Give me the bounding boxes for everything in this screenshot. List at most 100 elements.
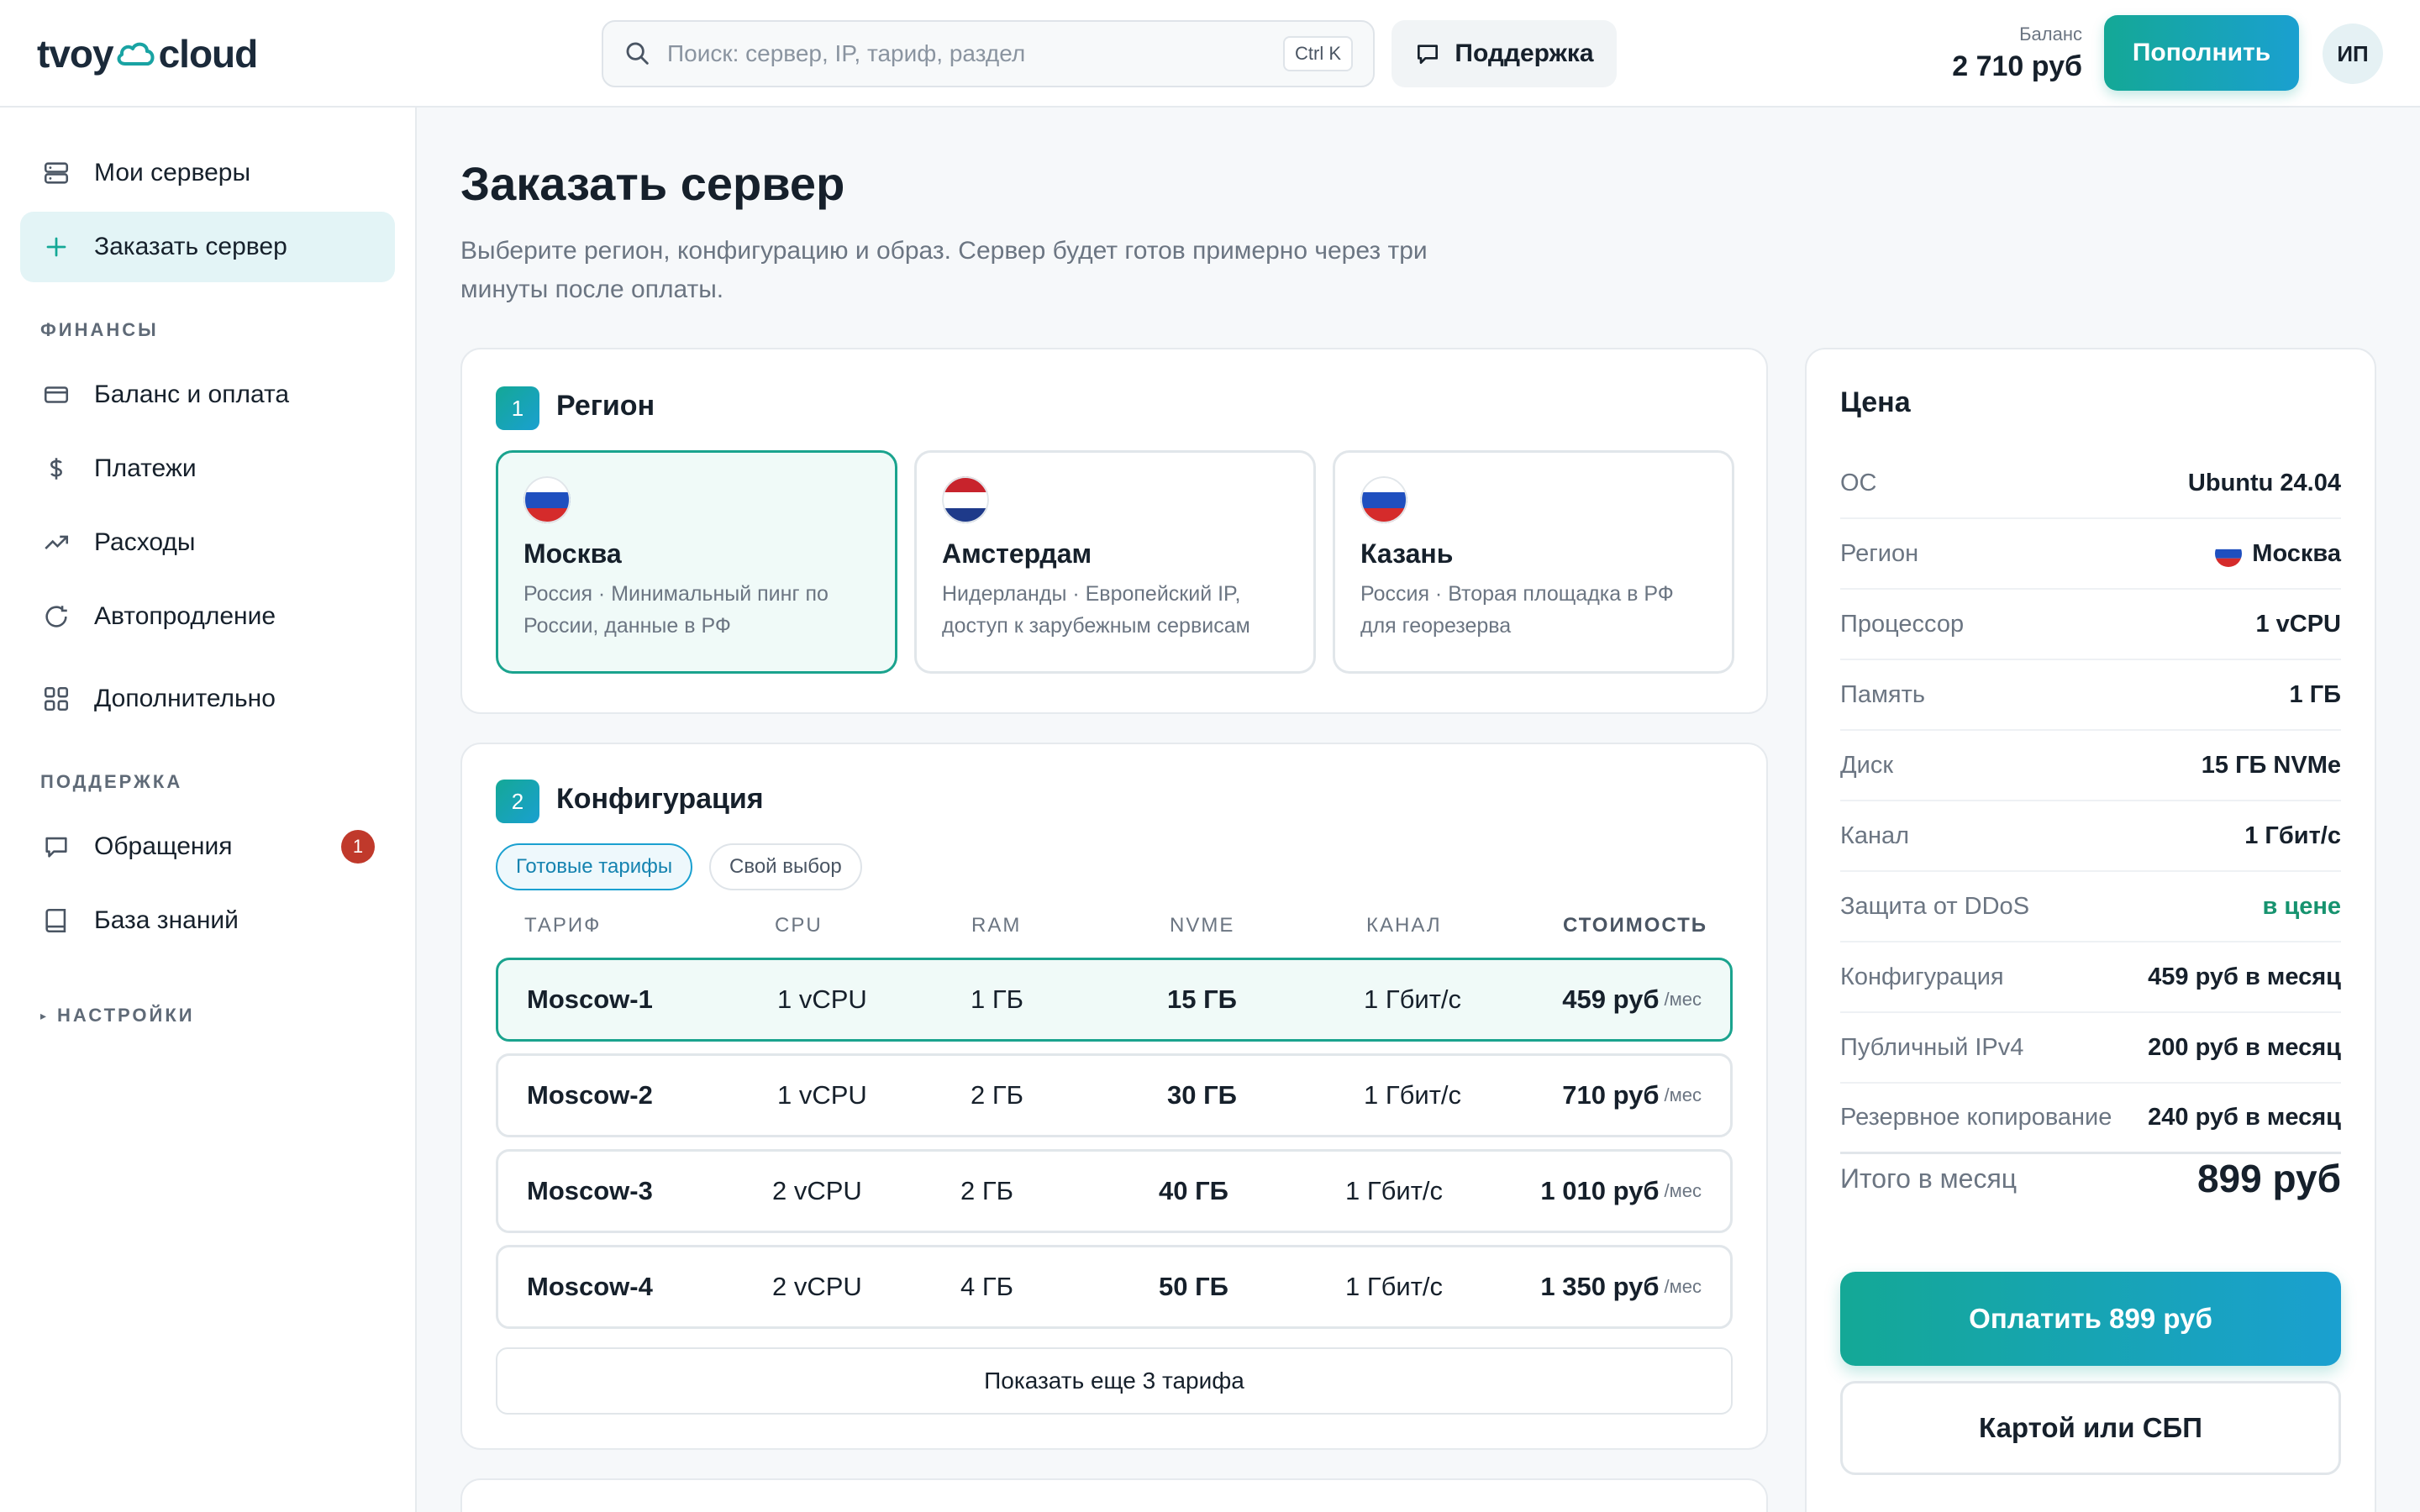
sidebar-item-label: Баланс и оплата bbox=[94, 381, 290, 408]
column-header-cpu: CPU bbox=[775, 914, 823, 937]
price-row-memory: Память 1 ГБ bbox=[1840, 660, 2341, 731]
price-row-value: Ubuntu 24.04 bbox=[2187, 469, 2341, 496]
price-row-key: Защита от DDoS bbox=[1840, 892, 2030, 920]
tab-custom[interactable]: Свой выбор bbox=[709, 843, 862, 890]
sidebar: Мои серверы Заказать сервер ФИНАНСЫ Бала… bbox=[0, 108, 417, 1512]
plan-price: 459 руб/мес bbox=[1562, 960, 1702, 1039]
plan-nvme: 30 ГБ bbox=[1167, 1080, 1237, 1110]
topup-button[interactable]: Пополнить bbox=[2104, 15, 2299, 91]
next-step-card bbox=[460, 1478, 1768, 1512]
sidebar-item-payments[interactable]: Платежи bbox=[20, 433, 395, 504]
price-row-os: ОС Ubuntu 24.04 bbox=[1840, 449, 2341, 519]
plan-name: Moscow-1 bbox=[527, 984, 653, 1014]
price-row-backup: Резервное копирование 240 руб в месяц bbox=[1840, 1084, 2341, 1154]
plan-price-period: /мес bbox=[1664, 1084, 1702, 1105]
avatar[interactable]: ИП bbox=[2323, 24, 2383, 84]
price-row-value: 1 Гбит/с bbox=[2244, 822, 2341, 849]
price-row-value-wrap: Москва bbox=[2215, 540, 2341, 568]
plan-nvme: 40 ГБ bbox=[1159, 1176, 1228, 1205]
sidebar-item-label: База знаний bbox=[94, 906, 239, 934]
sidebar-item-my-servers[interactable]: Мои серверы bbox=[20, 138, 395, 208]
table-row[interactable]: Moscow-2 1 vCPU 2 ГБ 30 ГБ 1 Гбит/с 710 … bbox=[496, 1053, 1733, 1137]
plan-name: Moscow-4 bbox=[527, 1272, 653, 1301]
sidebar-item-knowledge-base[interactable]: База знаний bbox=[20, 885, 395, 956]
sidebar-item-label: Расходы bbox=[94, 528, 196, 556]
refresh-icon bbox=[40, 601, 72, 633]
sidebar-item-expenses[interactable]: Расходы bbox=[20, 507, 395, 578]
sidebar-item-tickets[interactable]: Обращения 1 bbox=[20, 811, 395, 882]
price-panel: Цена ОС Ubuntu 24.04 Регион Москва Проце… bbox=[1805, 348, 2376, 1512]
price-row-channel: Канал 1 Гбит/с bbox=[1840, 801, 2341, 872]
price-row-value: 15 ГБ NVMe bbox=[2201, 751, 2341, 779]
sidebar-item-balance[interactable]: Баланс и оплата bbox=[20, 360, 395, 430]
sidebar-item-autorenew[interactable]: Автопродление bbox=[20, 581, 395, 652]
plan-ram: 1 ГБ bbox=[971, 984, 1023, 1014]
region-title: Регион bbox=[556, 390, 655, 422]
section-settings[interactable]: ▸ НАСТРОЙКИ bbox=[40, 1005, 195, 1026]
sidebar-item-order-server[interactable]: Заказать сервер bbox=[20, 212, 395, 282]
plan-cpu: 2 vCPU bbox=[772, 1176, 862, 1205]
tickets-badge: 1 bbox=[341, 830, 375, 864]
plan-nvme: 50 ГБ bbox=[1159, 1272, 1228, 1301]
grid-icon bbox=[40, 683, 72, 715]
column-header-nvme: NVME bbox=[1170, 914, 1235, 937]
card-or-sbp-button[interactable]: Картой или СБП bbox=[1840, 1381, 2341, 1475]
table-row[interactable]: Moscow-1 1 vCPU 1 ГБ 15 ГБ 1 Гбит/с 459 … bbox=[496, 958, 1733, 1042]
card-icon bbox=[40, 379, 72, 411]
price-row-key: Резервное копирование bbox=[1840, 1104, 2112, 1131]
plan-price: 1 010 руб/мес bbox=[1540, 1152, 1702, 1231]
total-row: Итого в месяц 899 руб bbox=[1840, 1156, 2341, 1201]
sidebar-item-additional[interactable]: Дополнительно bbox=[20, 664, 395, 734]
search-box[interactable]: Ctrl K bbox=[602, 20, 1375, 87]
region-option-moscow[interactable]: Москва Россия · Минимальный пинг по Росс… bbox=[496, 450, 897, 674]
price-row-key: Регион bbox=[1840, 539, 1919, 567]
search-shortcut: Ctrl K bbox=[1283, 36, 1353, 71]
plan-channel: 1 Гбит/с bbox=[1364, 984, 1462, 1014]
flag-nl-icon bbox=[942, 476, 989, 523]
table-row[interactable]: Moscow-4 2 vCPU 4 ГБ 50 ГБ 1 Гбит/с 1 35… bbox=[496, 1245, 1733, 1329]
plan-cpu: 2 vCPU bbox=[772, 1272, 862, 1301]
flag-ru-icon bbox=[1360, 476, 1407, 523]
page-subtitle: Выберите регион, конфигурацию и образ. С… bbox=[460, 237, 1428, 303]
price-row-key: Память bbox=[1840, 680, 1926, 708]
pay-button[interactable]: Оплатить 899 руб bbox=[1840, 1272, 2341, 1366]
price-row-key: Процессор bbox=[1840, 610, 1965, 638]
tab-ready-plans[interactable]: Готовые тарифы bbox=[496, 843, 693, 890]
plan-price: 710 руб/мес bbox=[1562, 1056, 1702, 1135]
region-name: Казань bbox=[1360, 538, 1454, 569]
price-row-value: 200 руб в месяц bbox=[2148, 1033, 2341, 1061]
show-more-plans-button[interactable]: Показать еще 3 тарифа bbox=[496, 1347, 1733, 1415]
search-icon bbox=[626, 42, 649, 65]
region-desc: Нидерланды · Европейский IP, доступ к за… bbox=[942, 582, 1250, 638]
plan-channel: 1 Гбит/с bbox=[1364, 1080, 1462, 1110]
plan-price: 1 350 руб/мес bbox=[1540, 1247, 1702, 1326]
plan-price-period: /мес bbox=[1664, 1180, 1702, 1201]
plan-name: Moscow-3 bbox=[527, 1176, 653, 1205]
logo-text-right: cloud bbox=[158, 32, 259, 76]
price-row-key: Диск bbox=[1840, 751, 1894, 779]
price-row-value: 1 vCPU bbox=[2255, 610, 2341, 638]
region-option-amsterdam[interactable]: Амстердам Нидерланды · Европейский IP, д… bbox=[914, 450, 1316, 674]
support-label: Поддержка bbox=[1455, 39, 1594, 67]
price-row-value: 1 ГБ bbox=[2289, 680, 2341, 708]
support-button[interactable]: Поддержка bbox=[1392, 20, 1617, 87]
region-option-kazan[interactable]: Казань Россия · Вторая площадка в РФ для… bbox=[1333, 450, 1734, 674]
sidebar-item-label: Автопродление bbox=[94, 602, 276, 630]
top-bar: tvoy cloud Ctrl K Поддержка Баланс 2 710… bbox=[0, 0, 2420, 108]
region-name: Амстердам bbox=[942, 538, 1092, 569]
table-row[interactable]: Moscow-3 2 vCPU 2 ГБ 40 ГБ 1 Гбит/с 1 01… bbox=[496, 1149, 1733, 1233]
book-icon bbox=[40, 905, 72, 937]
price-row-disk: Диск 15 ГБ NVMe bbox=[1840, 731, 2341, 801]
logo[interactable]: tvoy cloud bbox=[37, 30, 259, 77]
search-input[interactable] bbox=[667, 40, 1283, 67]
region-desc: Россия · Минимальный пинг по России, дан… bbox=[523, 582, 829, 638]
price-row-config: Конфигурация 459 руб в месяц bbox=[1840, 942, 2341, 1013]
balance: Баланс 2 710 руб bbox=[1952, 24, 2082, 83]
plan-cpu: 1 vCPU bbox=[777, 1080, 867, 1110]
column-header-ram: RAM bbox=[971, 914, 1022, 937]
plan-price-period: /мес bbox=[1664, 989, 1702, 1010]
sidebar-item-label: Заказать сервер bbox=[94, 233, 287, 260]
config-card: 2 Конфигурация Готовые тарифы Свой выбор… bbox=[460, 743, 1768, 1450]
chat-icon bbox=[40, 831, 72, 863]
plan-price-value: 1 010 руб bbox=[1540, 1176, 1660, 1205]
